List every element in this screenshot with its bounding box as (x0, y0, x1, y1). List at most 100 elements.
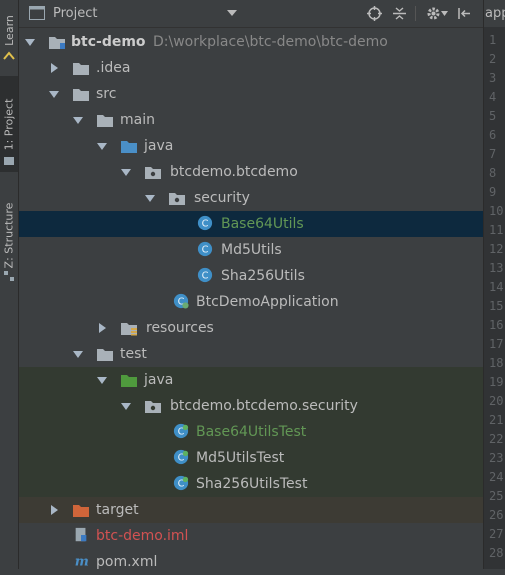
collapsed-arrow-icon[interactable] (96, 322, 108, 334)
iml-label: btc-demo.iml (96, 528, 189, 544)
tree-row-md5utilstest[interactable]: C Md5UtilsTest (19, 445, 483, 471)
tree-row-resources[interactable]: resources (19, 315, 483, 341)
test-label: test (120, 346, 147, 362)
root-label: btc-demo (71, 34, 146, 50)
expanded-arrow-icon[interactable] (120, 400, 132, 412)
learn-icon (3, 51, 15, 60)
spring-boot-class-icon: C (173, 293, 189, 309)
tree-row-pom[interactable]: m pom.xml (19, 549, 483, 575)
line-number: 13 (489, 261, 504, 275)
expanded-arrow-icon[interactable] (144, 192, 156, 204)
toolbar-separator (415, 6, 416, 21)
expanded-arrow-icon[interactable] (48, 88, 60, 100)
expanded-arrow-icon[interactable] (72, 348, 84, 360)
expanded-arrow-icon[interactable] (96, 374, 108, 386)
base64utils-label: Base64Utils (221, 216, 304, 232)
project-tree: btc-demo D:\workplace\btc-demo\btc-demo … (19, 28, 483, 570)
line-number: 19 (489, 375, 504, 389)
package-icon (169, 193, 185, 205)
expanded-arrow-icon[interactable] (120, 166, 132, 178)
tree-row-java-test[interactable]: java (19, 367, 483, 393)
target-label: target (96, 502, 139, 518)
test-source-folder-icon (121, 375, 137, 387)
tree-row-md5utils[interactable]: C Md5Utils (19, 237, 483, 263)
folder-icon (73, 89, 89, 101)
line-number: 22 (489, 432, 504, 446)
line-number: 16 (489, 318, 504, 332)
chevron-down-icon[interactable] (227, 10, 237, 16)
svg-text:C: C (202, 271, 209, 282)
collapsed-arrow-icon[interactable] (48, 62, 60, 74)
collapsed-arrow-icon[interactable] (48, 504, 60, 516)
excluded-folder-icon (73, 505, 89, 517)
crosshair-icon (367, 6, 382, 21)
line-number: 4 (489, 90, 497, 104)
folder-icon (97, 115, 113, 127)
sha256utilstest-label: Sha256UtilsTest (196, 476, 308, 492)
line-number: 7 (489, 147, 497, 161)
svg-text:m: m (75, 553, 89, 569)
tree-row-sha256utilstest[interactable]: C Sha256UtilsTest (19, 471, 483, 497)
java-test-label: java (144, 372, 174, 388)
gear-icon (427, 7, 440, 20)
tree-row-test[interactable]: test (19, 341, 483, 367)
tree-row-idea[interactable]: .idea (19, 55, 483, 81)
tree-row-main[interactable]: main (19, 107, 483, 133)
line-number: 24 (489, 470, 504, 484)
package-test-label: btcdemo.btcdemo.security (170, 398, 358, 414)
md5utilstest-label: Md5UtilsTest (196, 450, 285, 466)
tree-row-package-main[interactable]: btcdemo.btcdemo (19, 159, 483, 185)
structure-icon (4, 271, 14, 281)
line-number: 14 (489, 280, 504, 294)
editor-gutter: app 123456789101112131415161718192021222… (483, 0, 505, 569)
tree-row-sha256utils[interactable]: C Sha256Utils (19, 263, 483, 289)
tree-row-package-test[interactable]: btcdemo.btcdemo.security (19, 393, 483, 419)
tree-row-iml[interactable]: btc-demo.iml (19, 523, 483, 549)
src-label: src (96, 86, 117, 102)
tree-row-security[interactable]: security (19, 185, 483, 211)
root-path: D:\workplace\btc-demo\btc-demo (153, 34, 388, 50)
line-number: 2 (489, 52, 497, 66)
tree-row-src[interactable]: src (19, 81, 483, 107)
class-icon: C (197, 215, 213, 231)
editor-tab[interactable]: app (484, 0, 505, 27)
project-tab-label: 1: Project (2, 98, 16, 150)
tree-row-root[interactable]: btc-demo D:\workplace\btc-demo\btc-demo (19, 29, 483, 55)
tree-row-application[interactable]: C BtcDemoApplication (19, 289, 483, 315)
expanded-arrow-icon[interactable] (96, 140, 108, 152)
hide-button[interactable] (456, 5, 473, 22)
svg-text:C: C (202, 219, 209, 230)
test-class-icon: C (173, 449, 189, 465)
line-number: 28 (489, 546, 504, 560)
tool-window-strip: Learn 1: Project Z: Structure (0, 0, 19, 569)
structure-tab[interactable]: Z: Structure (0, 190, 18, 280)
package-main-label: btcdemo.btcdemo (170, 164, 298, 180)
maven-icon: m (75, 553, 89, 569)
line-number: 3 (489, 71, 497, 85)
settings-button[interactable] (423, 5, 451, 22)
collapse-icon (393, 7, 406, 20)
module-folder-icon (49, 37, 65, 49)
folder-icon (97, 349, 113, 361)
project-toolbar: Project (19, 0, 483, 28)
tree-row-base64utilstest[interactable]: C Base64UtilsTest (19, 419, 483, 445)
package-icon (145, 401, 161, 413)
line-number: 5 (489, 109, 497, 123)
tree-row-base64utils[interactable]: C Base64Utils (19, 211, 483, 237)
tree-row-java-main[interactable]: java (19, 133, 483, 159)
class-icon: C (197, 267, 213, 283)
test-class-icon: C (173, 475, 189, 491)
locate-button[interactable] (366, 5, 383, 22)
tree-row-target[interactable]: target (19, 497, 483, 523)
line-number: 11 (489, 223, 504, 237)
project-view-title[interactable]: Project (53, 6, 97, 21)
sha256utils-label: Sha256Utils (221, 268, 305, 284)
expanded-arrow-icon[interactable] (72, 114, 84, 126)
line-number: 15 (489, 299, 504, 313)
line-number: 21 (489, 413, 504, 427)
package-icon (145, 167, 161, 179)
collapse-all-button[interactable] (391, 5, 408, 22)
md5utils-label: Md5Utils (221, 242, 282, 258)
expanded-arrow-icon[interactable] (24, 36, 36, 48)
line-number: 17 (489, 337, 504, 351)
